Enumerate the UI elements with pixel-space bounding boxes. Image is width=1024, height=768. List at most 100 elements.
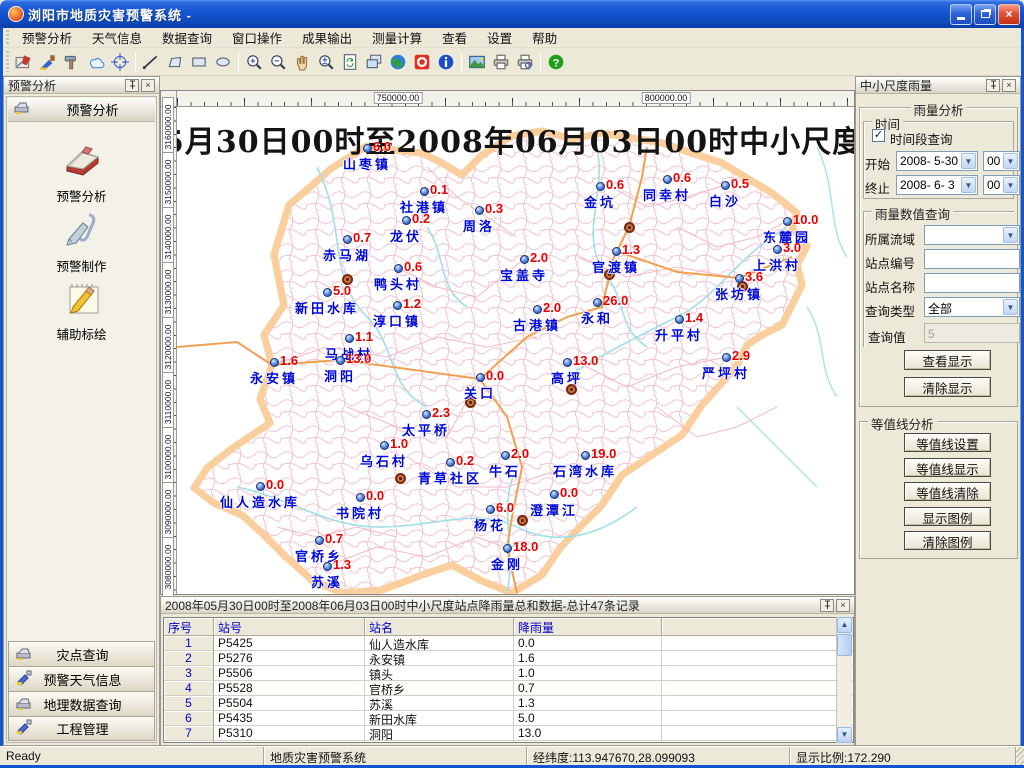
warning-analysis-icon[interactable] <box>12 50 36 74</box>
table-row[interactable]: 5 P5504 苏溪 1.3 <box>164 696 853 711</box>
chevron-down-icon[interactable]: ▼ <box>961 177 976 193</box>
warning-make-icon[interactable] <box>36 50 60 74</box>
menu-item[interactable]: 设置 <box>477 26 522 49</box>
time-range-checkbox[interactable]: ✓ <box>872 129 885 142</box>
station-dot-icon[interactable] <box>783 217 792 226</box>
station-dot-icon[interactable] <box>363 144 372 153</box>
column-header[interactable]: 站号 <box>214 618 365 636</box>
hammer-icon[interactable] <box>60 50 84 74</box>
menu-item[interactable]: 成果输出 <box>292 26 362 49</box>
station-dot-icon[interactable] <box>550 490 559 499</box>
close-icon[interactable]: × <box>1002 79 1016 92</box>
contour-button[interactable]: 等值线清除 <box>904 482 991 501</box>
start-date-dropdown[interactable]: 2008- 5-30▼ <box>896 151 978 171</box>
chevron-down-icon[interactable]: ▼ <box>1003 177 1018 193</box>
station-dot-icon[interactable] <box>380 441 389 450</box>
menu-item[interactable]: 数据查询 <box>152 26 222 49</box>
info-icon[interactable] <box>434 50 458 74</box>
pin-icon[interactable] <box>820 599 834 612</box>
contour-button[interactable]: 显示图例 <box>904 507 991 526</box>
station-dot-icon[interactable] <box>581 451 590 460</box>
minimize-button[interactable] <box>950 4 972 25</box>
station-dot-icon[interactable] <box>675 315 684 324</box>
ellipse-tool-icon[interactable] <box>211 50 235 74</box>
station-id-input[interactable] <box>924 249 1020 269</box>
globe-icon[interactable] <box>386 50 410 74</box>
column-header[interactable]: 站名 <box>365 618 514 636</box>
station-dot-icon[interactable] <box>520 255 529 264</box>
station-dot-icon[interactable] <box>475 206 484 215</box>
menu-item[interactable]: 帮助 <box>522 26 567 49</box>
table-row[interactable]: 2 P5276 永安镇 1.6 <box>164 651 853 666</box>
zoom-extent-icon[interactable] <box>314 50 338 74</box>
sidebar-item-disaster-query[interactable]: 灾点查询 <box>8 641 155 666</box>
line-tool-icon[interactable] <box>139 50 163 74</box>
print-icon[interactable] <box>489 50 513 74</box>
sidebar-item-warning-weather-info[interactable]: 预警天气信息 <box>8 666 155 691</box>
table-row[interactable]: 6 P5435 新田水库 5.0 <box>164 711 853 726</box>
sidebar-item-warning-analysis[interactable]: 预警分析 <box>7 141 156 205</box>
station-dot-icon[interactable] <box>663 175 672 184</box>
station-dot-icon[interactable] <box>501 451 510 460</box>
column-header[interactable]: 序号 <box>164 618 214 636</box>
stop-icon[interactable] <box>410 50 434 74</box>
menu-item[interactable]: 查看 <box>432 26 477 49</box>
table-row[interactable]: 1 P5425 仙人造水库 0.0 <box>164 636 853 651</box>
station-dot-icon[interactable] <box>345 334 354 343</box>
scroll-down-icon[interactable]: ▼ <box>837 727 852 743</box>
zoom-in-icon[interactable] <box>242 50 266 74</box>
menu-item[interactable]: 预警分析 <box>12 26 82 49</box>
station-dot-icon[interactable] <box>356 493 365 502</box>
station-dot-icon[interactable] <box>323 288 332 297</box>
map-export-icon[interactable] <box>465 50 489 74</box>
menu-item[interactable]: 测量计算 <box>362 26 432 49</box>
zoom-out-icon[interactable] <box>266 50 290 74</box>
rectangle-tool-icon[interactable] <box>187 50 211 74</box>
station-dot-icon[interactable] <box>735 274 744 283</box>
station-name-input[interactable] <box>924 273 1020 293</box>
station-dot-icon[interactable] <box>563 358 572 367</box>
scrollbar-thumb[interactable] <box>837 634 852 656</box>
sidebar-item-geo-data-query[interactable]: 地理数据查询 <box>8 691 155 716</box>
query-display-button[interactable]: 清除显示 <box>904 377 991 397</box>
station-dot-icon[interactable] <box>393 301 402 310</box>
table-row[interactable]: 3 P5506 镇头 1.0 <box>164 666 853 681</box>
station-dot-icon[interactable] <box>722 353 731 362</box>
chevron-down-icon[interactable]: ▼ <box>1003 227 1018 243</box>
polygon-tool-icon[interactable] <box>163 50 187 74</box>
close-icon[interactable]: × <box>141 79 155 92</box>
pan-hand-icon[interactable] <box>290 50 314 74</box>
pin-icon[interactable] <box>986 79 1000 92</box>
chevron-down-icon[interactable]: ▼ <box>1003 153 1018 169</box>
column-header[interactable]: 降雨量 <box>514 618 662 636</box>
contour-button[interactable]: 等值线设置 <box>904 433 991 452</box>
station-dot-icon[interactable] <box>612 247 621 256</box>
table-scrollbar[interactable]: ▲ ▼ <box>836 617 852 743</box>
station-dot-icon[interactable] <box>721 181 730 190</box>
scroll-up-icon[interactable]: ▲ <box>837 617 852 633</box>
contour-button[interactable]: 清除图例 <box>904 531 991 550</box>
chevron-down-icon[interactable]: ▼ <box>961 153 976 169</box>
sidebar-item-project-management[interactable]: 工程管理 <box>8 716 155 741</box>
end-hour-dropdown[interactable]: 00▼ <box>983 175 1020 195</box>
start-hour-dropdown[interactable]: 00▼ <box>983 151 1020 171</box>
resize-grip[interactable] <box>1016 747 1024 765</box>
chevron-down-icon[interactable]: ▼ <box>1003 299 1018 315</box>
menu-item[interactable]: 窗口操作 <box>222 26 292 49</box>
table-row[interactable]: 7 P5310 洞阳 13.0 <box>164 726 853 741</box>
layers-icon[interactable] <box>362 50 386 74</box>
map-canvas[interactable]: 5月30日00时至2008年06月03日00时中小尺度站点降雨量 6.0 山枣镇… <box>177 107 854 594</box>
restore-button[interactable] <box>974 4 996 25</box>
refresh-icon[interactable] <box>338 50 362 74</box>
query-type-dropdown[interactable]: 全部▼ <box>924 297 1020 317</box>
station-dot-icon[interactable] <box>773 245 782 254</box>
help-icon[interactable]: ? <box>544 50 568 74</box>
close-button[interactable]: × <box>998 4 1020 25</box>
contour-button[interactable]: 等值线显示 <box>904 458 991 477</box>
print-preview-icon[interactable] <box>513 50 537 74</box>
titlebar[interactable]: 浏阳市地质灾害预警系统 - × <box>0 0 1024 28</box>
pin-icon[interactable] <box>125 79 139 92</box>
station-dot-icon[interactable] <box>420 187 429 196</box>
station-dot-icon[interactable] <box>503 544 512 553</box>
menu-item[interactable]: 天气信息 <box>82 26 152 49</box>
